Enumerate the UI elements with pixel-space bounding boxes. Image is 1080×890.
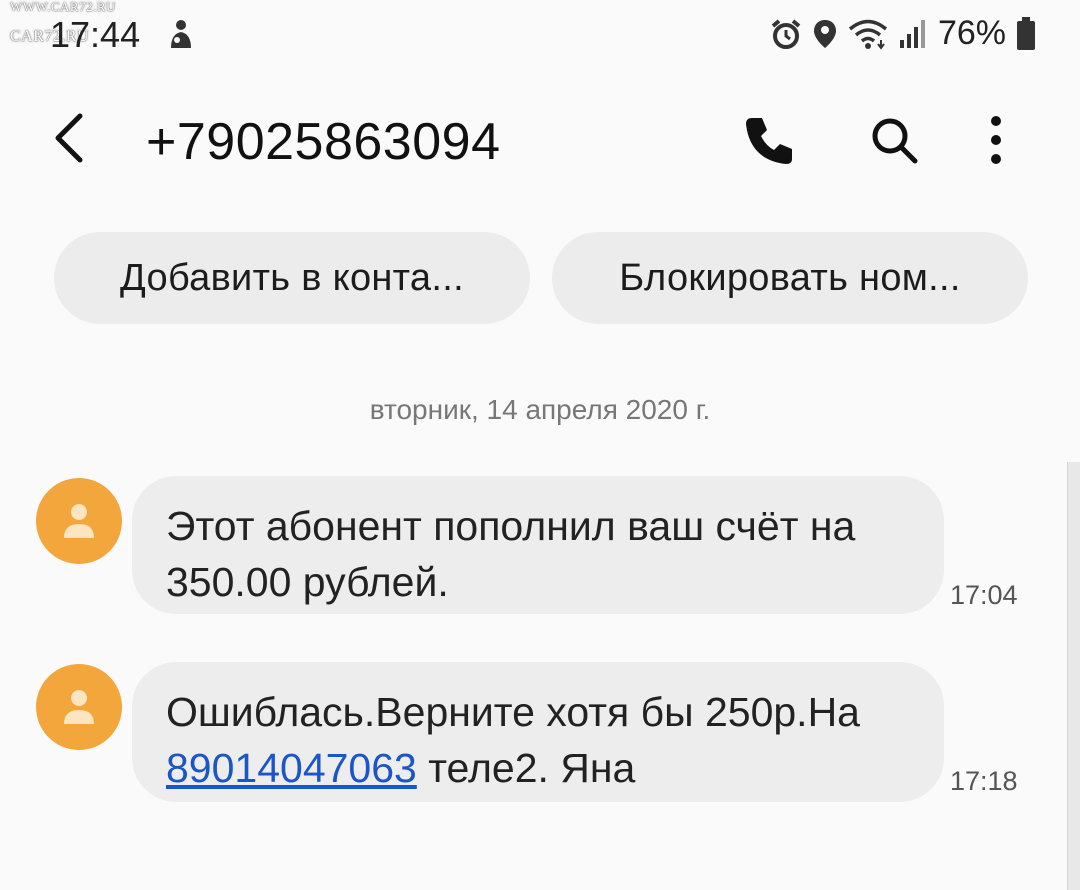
person-icon	[64, 690, 94, 724]
avatar[interactable]	[36, 664, 122, 750]
signal-icon	[899, 19, 925, 48]
message-time: 17:04	[950, 580, 1018, 610]
date-separator: вторник, 14 апреля 2020 г.	[369, 394, 711, 425]
message-bubble[interactable]: Этот абонент пополнил ваш счёт на 350.00…	[132, 476, 944, 614]
scrollbar[interactable]	[1067, 462, 1080, 890]
battery-percentage: 76%	[937, 14, 1006, 52]
contact-number-title: +79025863094	[146, 113, 501, 171]
status-time: 17:44	[50, 14, 141, 55]
search-icon[interactable]	[866, 112, 922, 168]
add-to-contacts-button[interactable]: Добавить в конта...	[54, 232, 530, 324]
avatar[interactable]	[36, 478, 122, 564]
message-bubble[interactable]: Ошиблась.Верните хотя бы 250р.На 8901404…	[132, 662, 944, 802]
block-number-button[interactable]: Блокировать ном...	[552, 232, 1028, 324]
status-icons: 76%	[770, 14, 1036, 53]
message-time: 17:18	[950, 766, 1018, 796]
back-arrow-icon[interactable]	[48, 108, 88, 168]
alarm-icon	[771, 18, 801, 49]
person-icon	[171, 20, 191, 48]
message-text-part: теле2. Яна	[416, 745, 636, 791]
phone-number-link[interactable]: 89014047063	[166, 745, 417, 791]
more-vert-icon[interactable]	[968, 112, 1024, 168]
battery-icon	[1017, 16, 1035, 50]
wifi-icon	[848, 19, 888, 50]
phone-icon[interactable]	[742, 112, 798, 168]
app-bar: +79025863094	[0, 90, 1080, 190]
status-bar: 17:44 76%	[0, 0, 1080, 70]
message-text-part: Ошиблась.Верните хотя бы 250р.На	[166, 689, 860, 735]
location-icon	[813, 19, 836, 48]
message-text: Этот абонент пополнил ваш счёт на 350.00…	[166, 503, 856, 605]
person-icon	[64, 504, 94, 538]
